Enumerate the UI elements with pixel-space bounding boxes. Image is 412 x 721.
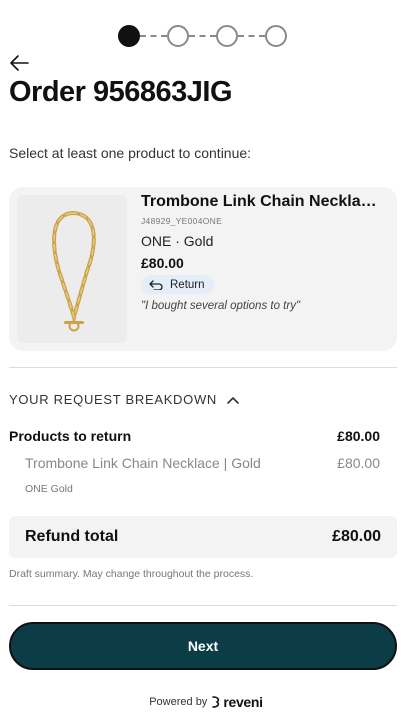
products-to-return-label: Products to return xyxy=(9,428,132,444)
instruction-text: Select at least one product to continue: xyxy=(9,145,252,161)
divider xyxy=(9,367,397,368)
return-badge: Return xyxy=(141,275,214,294)
powered-by-text: Powered by xyxy=(149,696,208,708)
product-variant: ONE · Gold xyxy=(141,233,214,249)
step-1-indicator xyxy=(118,25,140,47)
step-connector xyxy=(189,35,216,37)
return-icon xyxy=(149,279,163,290)
products-to-return-amount: £80.00 xyxy=(337,428,380,444)
breakdown-heading: YOUR REQUEST BREAKDOWN xyxy=(9,392,218,407)
arrow-left-icon xyxy=(10,55,29,71)
breakdown-toggle[interactable]: YOUR REQUEST BREAKDOWN xyxy=(9,392,239,407)
product-price: £80.00 xyxy=(141,255,184,271)
step-4-indicator xyxy=(265,25,287,47)
back-button[interactable] xyxy=(8,53,34,73)
step-3-indicator xyxy=(216,25,238,47)
refund-total-label: Refund total xyxy=(25,528,119,545)
refund-total-box: Refund total £80.00 xyxy=(9,516,397,558)
refund-total-amount: £80.00 xyxy=(332,528,381,545)
breakdown-item-variant: ONE Gold xyxy=(25,483,73,495)
progress-stepper xyxy=(118,24,287,48)
reveni-mark-icon xyxy=(212,696,220,708)
breakdown-item-price: £80.00 xyxy=(337,455,380,471)
chevron-up-icon xyxy=(227,396,239,404)
step-connector xyxy=(238,35,265,37)
return-reason: "I bought several options to try" xyxy=(141,300,301,312)
reveni-brand: reveni xyxy=(223,694,263,710)
powered-by-footer: Powered by reveni xyxy=(0,694,412,710)
return-badge-label: Return xyxy=(170,278,205,291)
page-title: Order 956863JIG xyxy=(9,76,233,108)
draft-note: Draft summary. May change throughout the… xyxy=(9,568,254,580)
next-button[interactable]: Next xyxy=(9,622,397,670)
product-image xyxy=(17,195,127,343)
step-2-indicator xyxy=(167,25,189,47)
reveni-logo: reveni xyxy=(212,694,263,710)
necklace-image xyxy=(52,210,96,332)
product-card[interactable]: Trombone Link Chain Necklace | Gold J489… xyxy=(9,187,397,351)
divider xyxy=(9,605,397,606)
step-connector xyxy=(140,35,167,37)
product-sku: J48929_YE004ONE xyxy=(141,216,223,226)
breakdown-item-name: Trombone Link Chain Necklace | Gold xyxy=(25,455,261,471)
product-title: Trombone Link Chain Necklace | Gold xyxy=(141,193,385,210)
